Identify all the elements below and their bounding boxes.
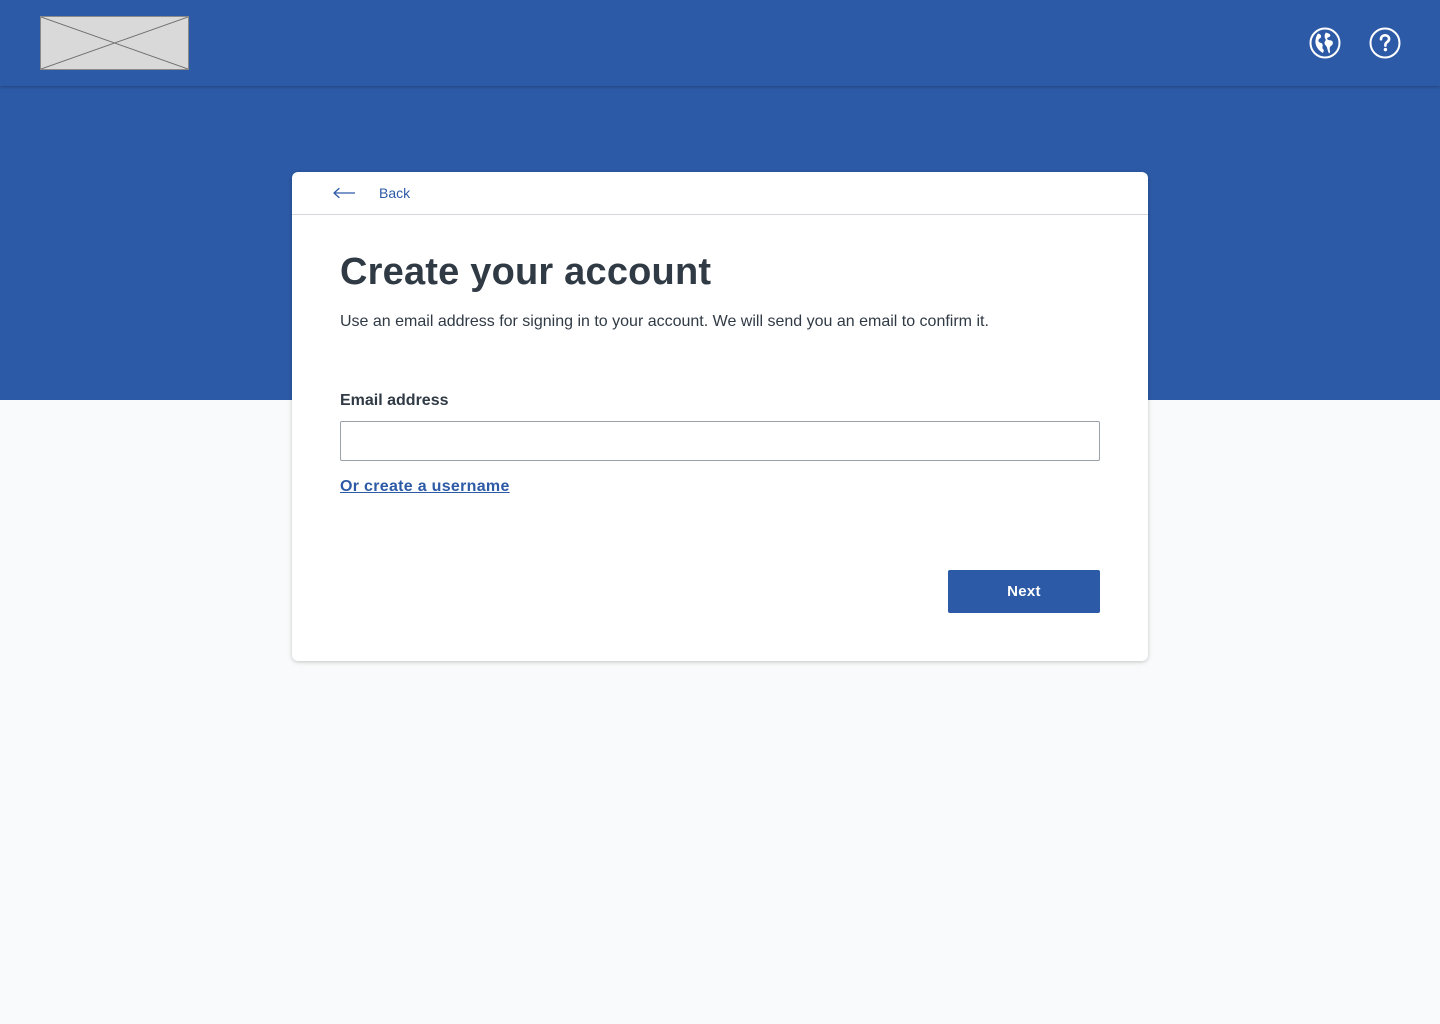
page-subtitle: Use an email address for signing in to y… bbox=[340, 313, 989, 330]
arrow-left-icon bbox=[332, 186, 356, 200]
create-username-link[interactable]: Or create a username bbox=[340, 478, 510, 496]
top-navigation-bar bbox=[0, 0, 1440, 86]
language-globe-icon[interactable] bbox=[1309, 27, 1341, 59]
email-field[interactable] bbox=[340, 421, 1100, 461]
logo-placeholder-icon bbox=[40, 16, 189, 70]
back-label: Back bbox=[379, 185, 411, 201]
email-field-label: Email address bbox=[340, 392, 449, 409]
create-account-card: Back Create your account Use an email ad… bbox=[292, 172, 1148, 661]
card-header: Back bbox=[292, 172, 1148, 215]
help-question-icon[interactable] bbox=[1369, 27, 1401, 59]
page-title: Create your account bbox=[340, 251, 712, 293]
next-button[interactable]: Next bbox=[948, 570, 1100, 613]
card-body: Create your account Use an email address… bbox=[292, 249, 1148, 496]
back-link[interactable]: Back bbox=[332, 172, 410, 214]
